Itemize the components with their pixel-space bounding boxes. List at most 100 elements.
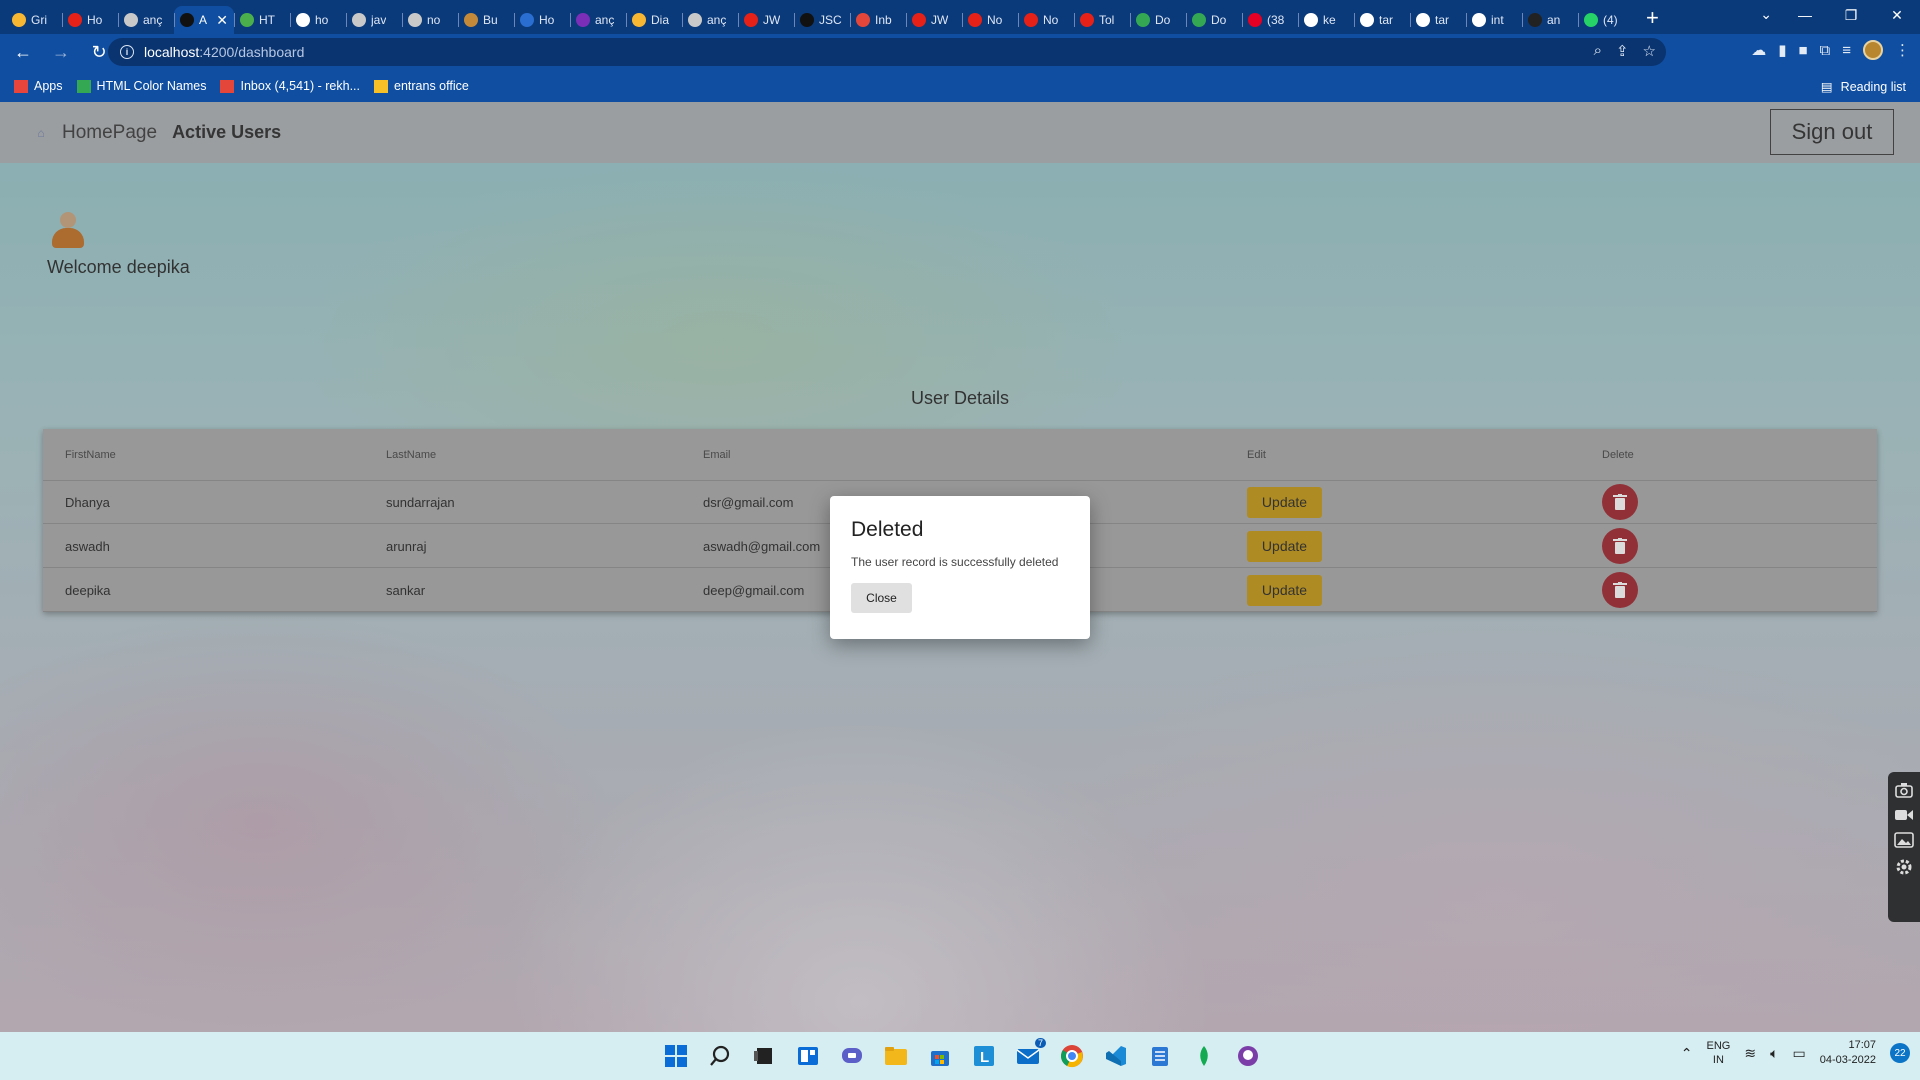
tab-title: Ho <box>87 13 103 27</box>
minimize-button[interactable]: — <box>1782 0 1828 30</box>
restore-button[interactable]: ❐ <box>1828 0 1874 30</box>
camera-icon[interactable] <box>1895 782 1913 798</box>
reading-list-button[interactable]: ▤ Reading list <box>1821 79 1906 95</box>
tab-favicon-icon <box>912 13 926 27</box>
volume-icon[interactable]: 🔈︎ <box>1770 1045 1778 1062</box>
browser-tab[interactable]: anç <box>682 6 738 34</box>
browser-tab[interactable]: Inb <box>850 6 906 34</box>
bookmark-item[interactable]: Inbox (4,541) - rekh... <box>220 79 360 93</box>
browser-tab[interactable]: jav <box>346 6 402 34</box>
extension-icon[interactable]: ▮ <box>1778 41 1786 59</box>
vscode-icon[interactable] <box>1100 1040 1132 1072</box>
settings-gear-icon[interactable] <box>1895 858 1913 876</box>
address-host: localhost <box>144 44 200 60</box>
tab-close-icon[interactable]: ✕ <box>216 12 228 29</box>
tab-title: Bu <box>483 13 498 27</box>
tab-title: anç <box>143 13 163 27</box>
clock[interactable]: 17:07 04-03-2022 <box>1820 1038 1876 1068</box>
file-explorer-icon[interactable] <box>880 1040 912 1072</box>
bookmark-item[interactable]: HTML Color Names <box>76 79 206 93</box>
menu-kebab-icon[interactable]: ⋮ <box>1895 41 1910 59</box>
widgets-icon[interactable] <box>792 1040 824 1072</box>
tab-favicon-icon <box>520 13 534 27</box>
browser-tab[interactable]: an <box>1522 6 1578 34</box>
browser-tab[interactable]: Dia <box>626 6 682 34</box>
tab-favicon-icon <box>632 13 646 27</box>
tab-title: ke <box>1323 13 1336 27</box>
browser-tab[interactable]: JSC <box>794 6 850 34</box>
close-window-button[interactable]: ✕ <box>1874 0 1920 30</box>
media-control-icon[interactable]: ≡ <box>1842 42 1851 59</box>
browser-tab[interactable]: anç <box>570 6 626 34</box>
github-desktop-icon[interactable] <box>1232 1040 1264 1072</box>
address-bar[interactable]: i localhost:4200/dashboard ⌕ ⇪ ☆ <box>108 38 1666 66</box>
mail-icon[interactable]: 7 <box>1012 1038 1046 1072</box>
browser-tab[interactable]: Gri <box>6 6 62 34</box>
gallery-icon[interactable] <box>1894 832 1914 848</box>
browser-tab[interactable]: Bu <box>458 6 514 34</box>
bookmark-icon <box>374 79 388 93</box>
battery-icon[interactable]: ▭ <box>1792 1045 1805 1062</box>
browser-tab[interactable]: Do <box>1130 6 1186 34</box>
back-icon[interactable]: ← <box>8 42 38 63</box>
browser-tab[interactable]: Tol <box>1074 6 1130 34</box>
app-page: ⌂ HomePage Active Users Sign out Welcome… <box>0 102 1920 1032</box>
zoom-icon[interactable]: ⌕ <box>1594 42 1602 60</box>
mongodb-compass-icon[interactable] <box>1188 1040 1220 1072</box>
forward-icon[interactable]: → <box>46 42 76 63</box>
teams-chat-icon[interactable] <box>836 1040 868 1072</box>
tab-favicon-icon <box>576 13 590 27</box>
browser-tab[interactable]: HT <box>234 6 290 34</box>
search-icon[interactable] <box>704 1040 736 1072</box>
wifi-icon[interactable]: ≋ <box>1744 1045 1756 1062</box>
browser-tab[interactable]: no <box>402 6 458 34</box>
new-tab-button[interactable]: + <box>1646 5 1659 31</box>
notepad-icon[interactable] <box>1144 1040 1176 1072</box>
browser-tab[interactable]: JW <box>906 6 962 34</box>
share-icon[interactable]: ⇪ <box>1616 42 1629 60</box>
browser-tab[interactable]: Do <box>1186 6 1242 34</box>
tab-title: tar <box>1435 13 1450 27</box>
tab-favicon-icon <box>408 13 422 27</box>
tray-chevron-icon[interactable]: ⌃ <box>1681 1045 1693 1062</box>
store-icon[interactable] <box>924 1040 956 1072</box>
tab-title: JSC <box>819 13 842 27</box>
browser-tab[interactable]: (4) <box>1578 6 1634 34</box>
tab-favicon-icon <box>1080 13 1094 27</box>
tab-title: an <box>1547 13 1561 27</box>
browser-tab[interactable]: int <box>1466 6 1522 34</box>
start-windows-icon[interactable] <box>660 1040 692 1072</box>
browser-tab[interactable]: (38 <box>1242 6 1298 34</box>
browser-tab[interactable]: No <box>962 6 1018 34</box>
browser-tab[interactable]: anç <box>118 6 174 34</box>
tab-search-icon[interactable]: ⌄ <box>1760 6 1772 23</box>
notification-badge[interactable]: 22 <box>1890 1043 1910 1063</box>
profile-avatar[interactable] <box>1863 40 1883 60</box>
browser-tab[interactable]: ke <box>1298 6 1354 34</box>
taskbar-apps: L 7 <box>660 1038 1264 1072</box>
bookmark-item[interactable]: Apps <box>14 79 63 93</box>
dialog-close-button[interactable]: Close <box>851 583 912 613</box>
puzzle-extensions-icon[interactable]: ⧉ <box>1820 42 1831 59</box>
language-indicator[interactable]: ENG IN <box>1707 1039 1731 1067</box>
browser-tab[interactable]: Ho <box>62 6 118 34</box>
bookmark-star-icon[interactable]: ☆ <box>1643 42 1656 60</box>
browser-tab[interactable]: ho <box>290 6 346 34</box>
browser-tab[interactable]: No <box>1018 6 1074 34</box>
bookmark-item[interactable]: entrans office <box>374 79 469 93</box>
browser-tab[interactable]: A ✕ <box>174 6 234 34</box>
chrome-icon[interactable] <box>1056 1040 1088 1072</box>
task-view-icon[interactable] <box>748 1040 780 1072</box>
site-info-icon[interactable]: i <box>120 45 134 59</box>
tab-favicon-icon <box>1192 13 1206 27</box>
browser-tab[interactable]: tar <box>1410 6 1466 34</box>
browser-tab[interactable]: tar <box>1354 6 1410 34</box>
cloud-extension-icon[interactable]: ☁ <box>1751 41 1766 59</box>
browser-tab[interactable]: Ho <box>514 6 570 34</box>
video-camera-icon[interactable] <box>1894 808 1914 822</box>
bookmark-label: Apps <box>34 79 63 93</box>
browser-tab[interactable]: JW <box>738 6 794 34</box>
extensions-area: ☁ ▮ ■ ⧉ ≡ ⋮ <box>1751 40 1910 60</box>
color-extension-icon[interactable]: ■ <box>1798 42 1807 59</box>
l-app-icon[interactable]: L <box>968 1040 1000 1072</box>
